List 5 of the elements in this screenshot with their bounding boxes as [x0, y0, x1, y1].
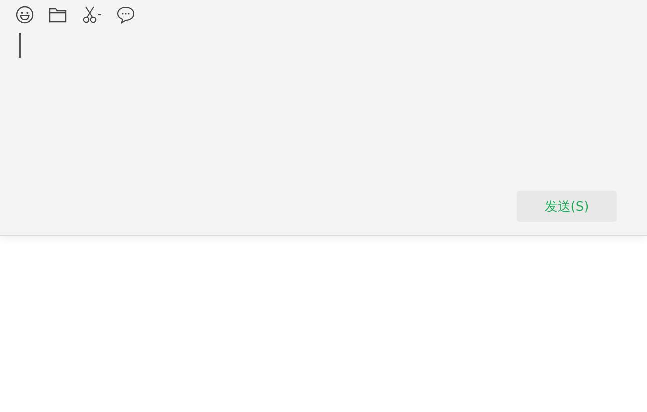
scissors-icon[interactable] — [82, 6, 102, 24]
send-button[interactable]: 发送(S) — [517, 191, 617, 222]
folder-icon[interactable] — [49, 7, 67, 23]
smiley-icon[interactable] — [16, 6, 34, 24]
chat-bubble-icon[interactable] — [117, 6, 135, 24]
